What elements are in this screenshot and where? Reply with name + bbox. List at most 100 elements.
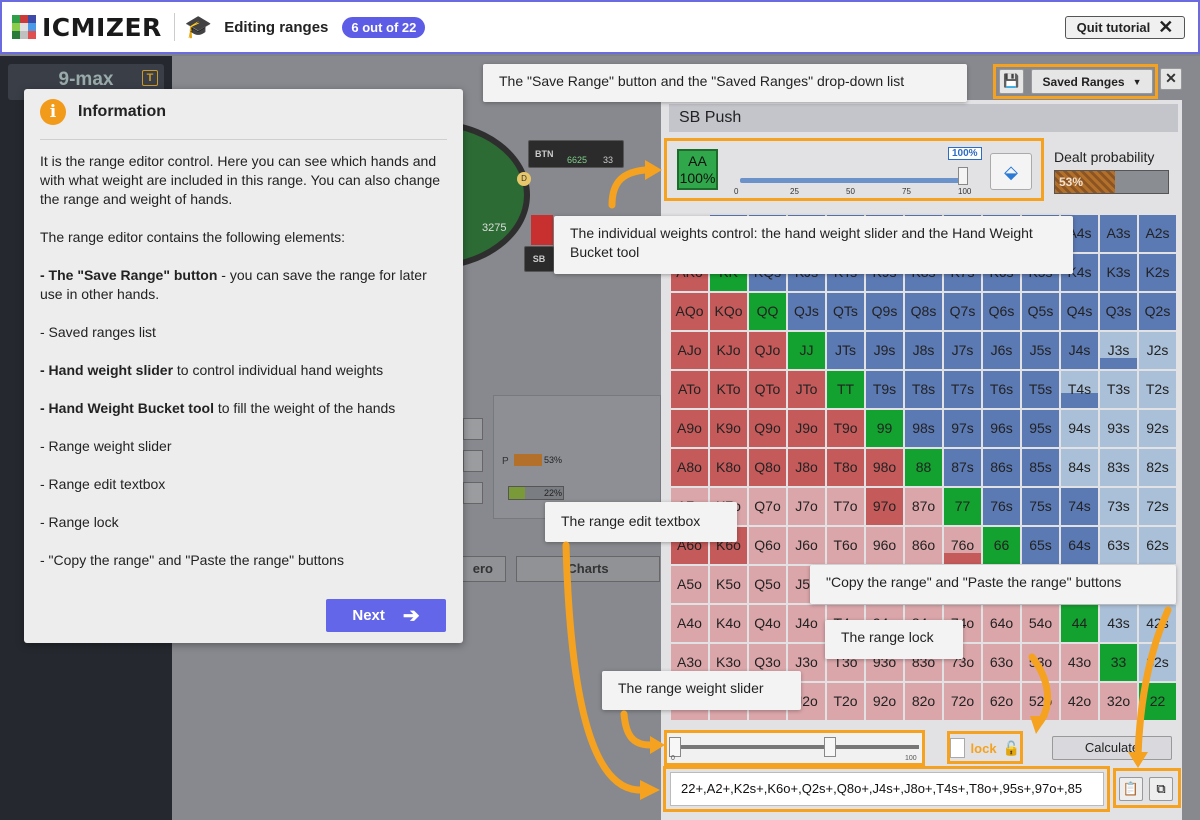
- hand-cell[interactable]: J7o: [788, 488, 825, 525]
- hand-cell[interactable]: KTo: [710, 371, 747, 408]
- hand-cell[interactable]: 42o: [1061, 683, 1098, 720]
- hand-cell[interactable]: AQo: [671, 293, 708, 330]
- hand-cell[interactable]: J5s: [1022, 332, 1059, 369]
- quit-tutorial-button[interactable]: Quit tutorial ✕: [1065, 16, 1185, 39]
- hand-cell[interactable]: Q8o: [749, 449, 786, 486]
- hand-cell[interactable]: J6o: [788, 527, 825, 564]
- hand-cell[interactable]: QQ: [749, 293, 786, 330]
- hand-cell[interactable]: JTs: [827, 332, 864, 369]
- hand-cell[interactable]: 85s: [1022, 449, 1059, 486]
- hand-cell[interactable]: A9o: [671, 410, 708, 447]
- hand-cell[interactable]: 83s: [1100, 449, 1137, 486]
- hand-cell[interactable]: K5o: [710, 566, 747, 603]
- hand-cell[interactable]: T5s: [1022, 371, 1059, 408]
- hand-cell[interactable]: 73s: [1100, 488, 1137, 525]
- hand-cell[interactable]: 64s: [1061, 527, 1098, 564]
- hand-cell[interactable]: 63s: [1100, 527, 1137, 564]
- hand-cell[interactable]: Q2s: [1139, 293, 1176, 330]
- hand-cell[interactable]: 72o: [944, 683, 981, 720]
- hand-cell[interactable]: Q5o: [749, 566, 786, 603]
- hand-cell[interactable]: 87o: [905, 488, 942, 525]
- hand-cell[interactable]: J7s: [944, 332, 981, 369]
- hand-cell[interactable]: T6o: [827, 527, 864, 564]
- hand-cell[interactable]: 65s: [1022, 527, 1059, 564]
- hand-cell[interactable]: 44: [1061, 605, 1098, 642]
- hand-cell[interactable]: ATo: [671, 371, 708, 408]
- hand-cell[interactable]: KJo: [710, 332, 747, 369]
- hand-cell[interactable]: 72s: [1139, 488, 1176, 525]
- hand-cell[interactable]: Q8s: [905, 293, 942, 330]
- hand-cell[interactable]: Q5s: [1022, 293, 1059, 330]
- hand-cell[interactable]: 53o: [1022, 644, 1059, 681]
- hand-cell[interactable]: 42s: [1139, 605, 1176, 642]
- next-button[interactable]: Next ➔: [326, 599, 446, 632]
- hand-cell[interactable]: J6s: [983, 332, 1020, 369]
- hand-cell[interactable]: A4o: [671, 605, 708, 642]
- hand-cell[interactable]: 87s: [944, 449, 981, 486]
- hand-cell[interactable]: 98s: [905, 410, 942, 447]
- hand-cell[interactable]: J3s: [1100, 332, 1137, 369]
- hand-cell[interactable]: 88: [905, 449, 942, 486]
- hand-cell[interactable]: 75s: [1022, 488, 1059, 525]
- hand-cell[interactable]: Q3s: [1100, 293, 1137, 330]
- hand-cell[interactable]: 97o: [866, 488, 903, 525]
- hand-cell[interactable]: A8o: [671, 449, 708, 486]
- hand-cell[interactable]: Q6s: [983, 293, 1020, 330]
- hand-cell[interactable]: T3s: [1100, 371, 1137, 408]
- hand-cell[interactable]: T8s: [905, 371, 942, 408]
- hand-cell[interactable]: QJs: [788, 293, 825, 330]
- hand-cell[interactable]: A3s: [1100, 215, 1137, 252]
- hand-cell[interactable]: 86s: [983, 449, 1020, 486]
- hand-cell[interactable]: 92o: [866, 683, 903, 720]
- hand-cell[interactable]: K8o: [710, 449, 747, 486]
- hand-cell[interactable]: QJo: [749, 332, 786, 369]
- calculate-button[interactable]: Calculate: [1052, 736, 1172, 760]
- hand-cell[interactable]: 32o: [1100, 683, 1137, 720]
- hand-cell[interactable]: T9s: [866, 371, 903, 408]
- hand-cell[interactable]: 62s: [1139, 527, 1176, 564]
- hand-cell[interactable]: 82o: [905, 683, 942, 720]
- hand-cell[interactable]: JJ: [788, 332, 825, 369]
- hand-cell[interactable]: 99: [866, 410, 903, 447]
- hand-cell[interactable]: J8o: [788, 449, 825, 486]
- hand-cell[interactable]: Q6o: [749, 527, 786, 564]
- hand-cell[interactable]: 76o: [944, 527, 981, 564]
- hand-cell[interactable]: Q9o: [749, 410, 786, 447]
- hand-cell[interactable]: T9o: [827, 410, 864, 447]
- hand-cell[interactable]: TT: [827, 371, 864, 408]
- hand-cell[interactable]: A5o: [671, 566, 708, 603]
- hand-cell[interactable]: K9o: [710, 410, 747, 447]
- hand-cell[interactable]: T2o: [827, 683, 864, 720]
- hand-cell[interactable]: 66: [983, 527, 1020, 564]
- hand-cell[interactable]: 43s: [1100, 605, 1137, 642]
- hand-cell[interactable]: A2s: [1139, 215, 1176, 252]
- hand-cell[interactable]: Q4o: [749, 605, 786, 642]
- hand-cell[interactable]: K4o: [710, 605, 747, 642]
- hand-cell[interactable]: K2s: [1139, 254, 1176, 291]
- close-editor-button[interactable]: ✕: [1160, 68, 1182, 90]
- hand-cell[interactable]: AJo: [671, 332, 708, 369]
- hand-cell[interactable]: J9s: [866, 332, 903, 369]
- hand-cell[interactable]: 54o: [1022, 605, 1059, 642]
- hand-cell[interactable]: KQo: [710, 293, 747, 330]
- hand-cell[interactable]: 32s: [1139, 644, 1176, 681]
- hand-cell[interactable]: 63o: [983, 644, 1020, 681]
- charts-button[interactable]: Charts: [516, 556, 660, 582]
- hand-cell[interactable]: 97s: [944, 410, 981, 447]
- hand-cell[interactable]: 52o: [1022, 683, 1059, 720]
- hand-cell[interactable]: 64o: [983, 605, 1020, 642]
- hand-cell[interactable]: J9o: [788, 410, 825, 447]
- hand-cell[interactable]: T4s: [1061, 371, 1098, 408]
- hand-cell[interactable]: Q4s: [1061, 293, 1098, 330]
- hand-cell[interactable]: 77: [944, 488, 981, 525]
- hand-cell[interactable]: J4o: [788, 605, 825, 642]
- hand-cell[interactable]: T8o: [827, 449, 864, 486]
- hand-cell[interactable]: 96o: [866, 527, 903, 564]
- hand-cell[interactable]: 95s: [1022, 410, 1059, 447]
- hand-cell[interactable]: 93s: [1100, 410, 1137, 447]
- hand-cell[interactable]: 22: [1139, 683, 1176, 720]
- hand-cell[interactable]: T7o: [827, 488, 864, 525]
- hand-cell[interactable]: J4s: [1061, 332, 1098, 369]
- hand-cell[interactable]: 86o: [905, 527, 942, 564]
- hand-cell[interactable]: 94s: [1061, 410, 1098, 447]
